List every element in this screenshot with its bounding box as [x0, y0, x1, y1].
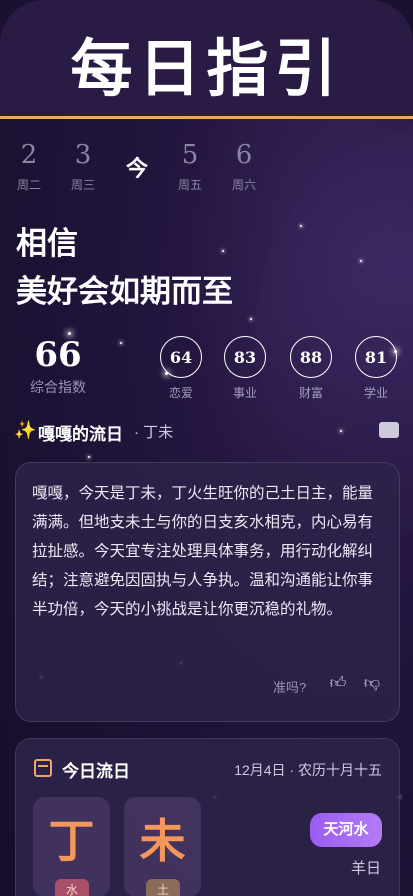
- branch-tile: 未 土: [124, 797, 201, 896]
- score-ring: 81: [355, 336, 397, 378]
- score-career[interactable]: 83 事业: [222, 336, 268, 401]
- message-icon[interactable]: [379, 422, 399, 438]
- zodiac-label: 羊日: [350, 860, 381, 877]
- day-number: 今: [125, 156, 148, 182]
- day-weekday: 周二: [16, 178, 41, 192]
- thumbs-up-icon[interactable]: 👍︎: [328, 673, 348, 693]
- score-label: 财富: [298, 386, 323, 400]
- score-wealth[interactable]: 88 财富: [288, 336, 334, 401]
- stem-tag: 水: [55, 879, 89, 896]
- daily-slogan: 相信 美好会如期而至: [16, 220, 233, 316]
- stem-char: 丁: [48, 814, 95, 868]
- score-label: 学业: [363, 386, 388, 400]
- today-date: 12月4日 · 农历十月十五: [234, 762, 382, 778]
- day-selector: 2 周二 3 周三 今 5 周五 6 周六: [0, 138, 413, 198]
- thumbs-down-icon[interactable]: 👎︎: [362, 673, 382, 693]
- score-ring: 88: [290, 336, 332, 378]
- header-banner: 每日指引: [0, 0, 413, 118]
- score-label: 事业: [232, 386, 257, 400]
- total-score-value: 66: [34, 335, 82, 375]
- day-item[interactable]: 3 周三: [58, 138, 108, 193]
- star-decoration: [360, 260, 362, 262]
- sparkle-icon: ✨: [14, 420, 37, 441]
- flow-subtitle: · 丁未: [134, 424, 174, 441]
- day-weekday: 周三: [70, 178, 95, 192]
- slogan-line: 美好会如期而至: [16, 274, 233, 310]
- day-weekday: 周六: [231, 178, 256, 192]
- day-weekday: 周五: [177, 178, 202, 192]
- flow-text: 嘎嘎，今天是丁未，丁火生旺你的己土日主，能量满满。但地支未土与你的日支亥水相克，…: [32, 485, 374, 618]
- score-study[interactable]: 81 学业: [353, 336, 399, 401]
- page-title: 每日指引: [70, 32, 343, 105]
- app-screen: 每日指引 2 周二 3 周三 今 5 周五 6 周六 相信 美好会如期而至 66…: [0, 0, 413, 896]
- branch-tag: 土: [146, 879, 180, 896]
- header-divider: [0, 116, 413, 119]
- stem-tile: 丁 水: [33, 797, 110, 896]
- star-decoration: [250, 318, 252, 320]
- day-item[interactable]: 6 周六: [219, 138, 269, 193]
- total-score-label: 综合指数: [30, 379, 86, 395]
- score-label: 恋爱: [168, 386, 193, 400]
- feedback-label: 准吗?: [273, 680, 307, 695]
- score-ring: 64: [160, 336, 202, 378]
- day-item[interactable]: 5 周五: [165, 138, 215, 193]
- star-decoration: [300, 225, 302, 227]
- star-decoration: [120, 342, 122, 344]
- day-number: 5: [181, 140, 199, 170]
- slogan-line: 相信: [16, 226, 78, 262]
- day-number: 6: [235, 140, 253, 170]
- today-card: 今日流日 12月4日 · 农历十月十五 丁 水 未 土 天河水 羊日: [15, 738, 400, 896]
- day-item-today[interactable]: 今: [112, 138, 162, 186]
- today-title: 今日流日: [62, 762, 130, 781]
- star-decoration: [88, 456, 90, 458]
- score-ring: 83: [224, 336, 266, 378]
- day-item[interactable]: 2 周二: [4, 138, 54, 193]
- calendar-icon: [34, 759, 52, 777]
- branch-char: 未: [139, 814, 186, 868]
- score-love[interactable]: 64 恋爱: [158, 336, 204, 401]
- flow-title: 嘎嘎的流日: [38, 425, 123, 444]
- flow-section-header: ✨ 嘎嘎的流日 · 丁未: [14, 420, 399, 444]
- day-number: 2: [20, 140, 38, 170]
- day-number: 3: [74, 140, 92, 170]
- total-score: 66 综合指数: [18, 335, 98, 397]
- flow-card: 嘎嘎，今天是丁未，丁火生旺你的己土日主，能量满满。但地支未土与你的日支亥水相克，…: [15, 462, 400, 722]
- nayin-badge[interactable]: 天河水: [310, 813, 382, 847]
